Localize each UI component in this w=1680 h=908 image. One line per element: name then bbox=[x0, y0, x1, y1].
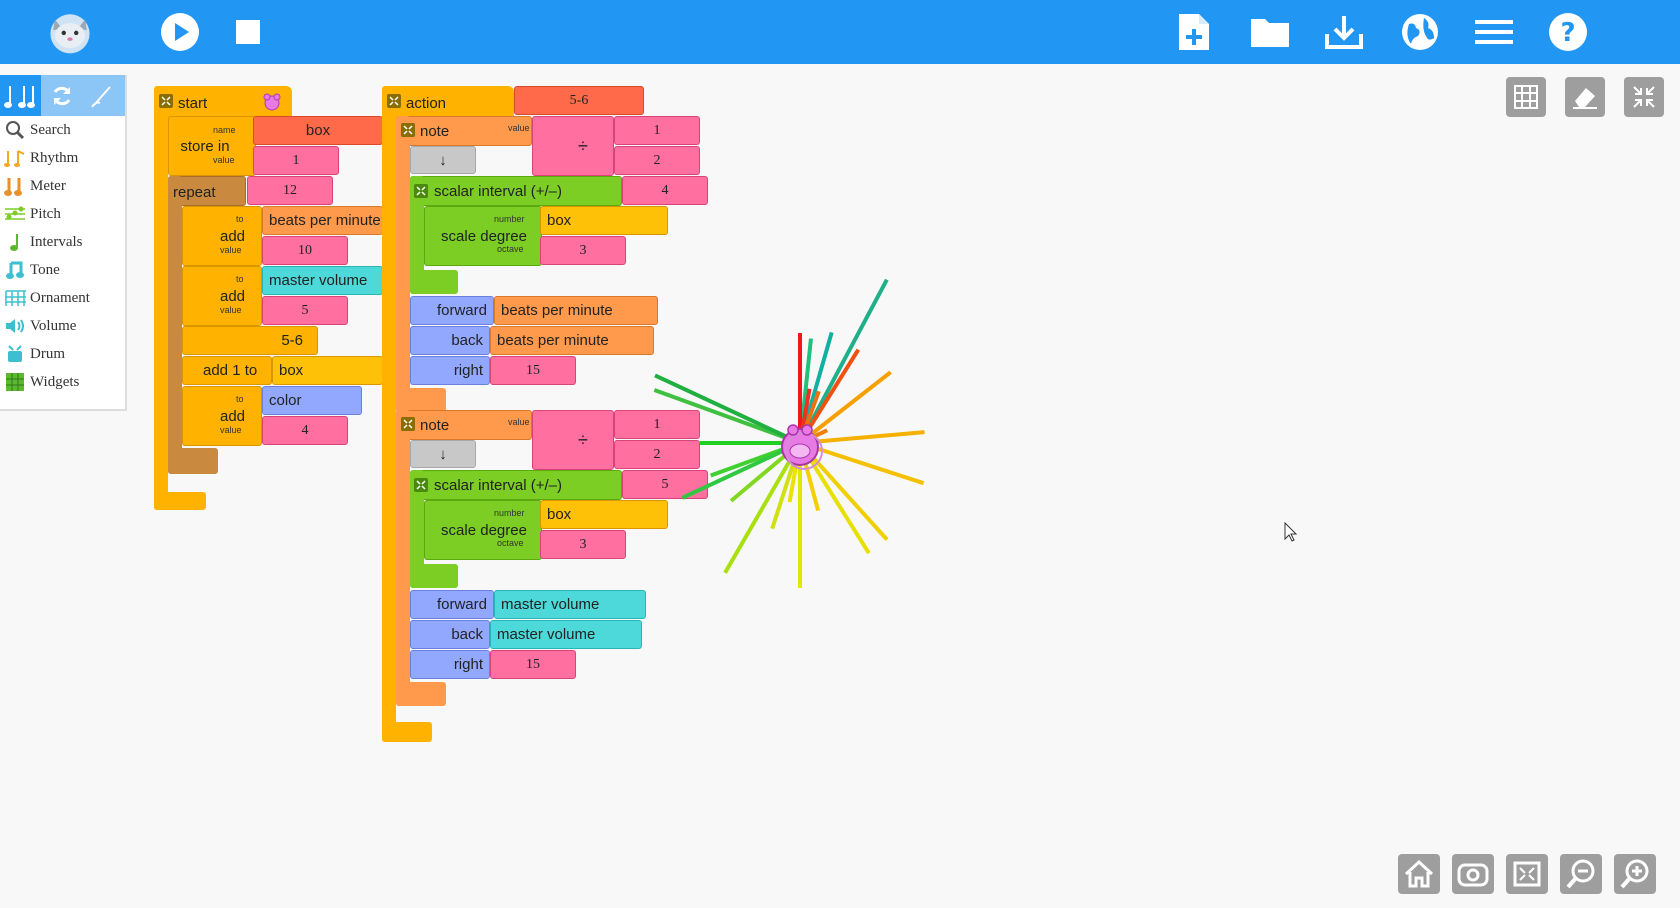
zoom-in-icon[interactable] bbox=[1614, 854, 1656, 894]
grid-icon[interactable] bbox=[1506, 77, 1546, 117]
eraser-icon[interactable] bbox=[1565, 77, 1605, 117]
turtle-drawing bbox=[653, 278, 925, 588]
turtle-ray bbox=[653, 388, 801, 445]
show-hide-icon[interactable] bbox=[1452, 854, 1494, 894]
turtle-ray bbox=[654, 373, 801, 445]
mouse-cursor-icon bbox=[1284, 521, 1298, 547]
expand-icon[interactable] bbox=[1506, 854, 1548, 894]
home-icon[interactable] bbox=[1398, 854, 1440, 894]
zoom-out-icon[interactable] bbox=[1560, 854, 1602, 894]
collapse-icon[interactable] bbox=[1624, 77, 1664, 117]
